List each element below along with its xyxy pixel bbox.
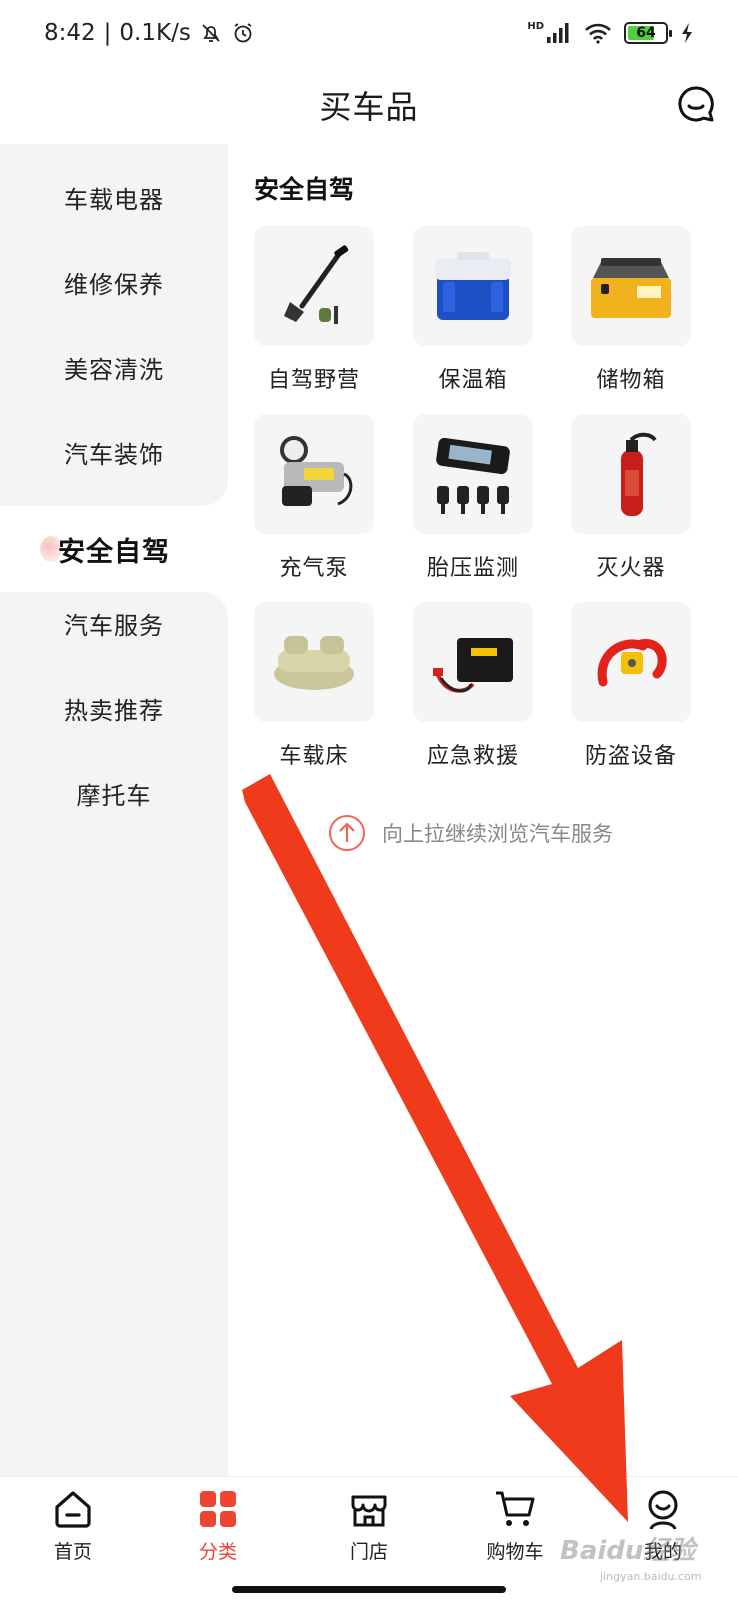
wifi-icon: [585, 23, 611, 44]
chat-bubble-icon[interactable]: [676, 84, 716, 124]
sidebar-item-label: 汽车装饰: [64, 440, 164, 469]
emergency-kit-image: [413, 602, 533, 722]
scroll-hint-text: 向上拉继续浏览汽车服务: [382, 822, 613, 846]
cooler-box-image: [413, 226, 533, 346]
category-icon: [200, 1491, 236, 1527]
fire-extinguisher-image: [571, 414, 691, 534]
watermark-logo: Baidu经验: [560, 1536, 696, 1566]
hd-label: HD: [527, 20, 544, 32]
battery-icon: 64: [624, 22, 672, 44]
tab-label: 首页: [53, 1541, 92, 1563]
page-header: 买车品: [0, 66, 738, 144]
tab-label: 门店: [349, 1541, 388, 1563]
camping-shovel-image: [254, 226, 374, 346]
car-bed-image: [254, 602, 374, 722]
tile-label: 胎压监测: [426, 556, 519, 581]
tab-label: 分类: [198, 1541, 237, 1563]
tab-store[interactable]: 门店: [314, 1487, 424, 1571]
profile-icon: [648, 1490, 678, 1530]
sidebar-item-decoration[interactable]: 汽车装饰: [0, 409, 228, 495]
tile-label: 车载床: [279, 744, 349, 769]
muted-bell-icon: [202, 24, 220, 42]
tile-label: 储物箱: [596, 368, 666, 393]
storage-box-image: [571, 226, 691, 346]
arrow-up-circle-icon: [329, 815, 365, 851]
home-indicator: [232, 1586, 506, 1593]
sidebar-item-label: 车载电器: [64, 185, 164, 214]
tab-cart[interactable]: 购物车: [460, 1487, 570, 1571]
tile-label: 自驾野营: [267, 368, 360, 393]
tab-category[interactable]: 分类: [163, 1487, 273, 1571]
watermark-url: jingyan.baidu.com: [600, 1570, 702, 1583]
category-tile-car-bed[interactable]: 车载床: [244, 602, 384, 782]
home-icon: [55, 1491, 91, 1528]
status-bar: 8:42 | 0.1K/s HD 64: [0, 0, 738, 66]
sidebar-item-car-service[interactable]: 汽车服务: [0, 580, 228, 666]
air-pump-image: [254, 414, 374, 534]
category-tile-camping[interactable]: 自驾野营: [244, 226, 384, 406]
battery-level: 64: [636, 25, 656, 41]
sidebar-item-label: 安全自驾: [58, 536, 170, 568]
category-tile-cooler[interactable]: 保温箱: [403, 226, 543, 406]
sidebar-item-label: 汽车服务: [64, 611, 164, 640]
tile-label: 应急救援: [426, 744, 519, 769]
sidebar-item-hot-picks[interactable]: 热卖推荐: [0, 665, 228, 751]
sidebar-item-label: 美容清洗: [64, 355, 164, 384]
signal-icon: [547, 23, 569, 43]
sidebar-item-maintenance[interactable]: 维修保养: [0, 239, 228, 325]
sidebar-item-label: 热卖推荐: [64, 696, 164, 725]
tab-label: 购物车: [486, 1541, 544, 1563]
alarm-icon: [234, 23, 252, 43]
sidebar-item-car-electronics[interactable]: 车载电器: [0, 154, 228, 240]
tile-label: 充气泵: [279, 556, 349, 581]
sidebar-item-label: 维修保养: [64, 270, 164, 299]
tire-pressure-monitor-image: [413, 414, 533, 534]
category-tile-tire-pressure[interactable]: 胎压监测: [403, 414, 543, 594]
category-tile-anti-theft[interactable]: 防盗设备: [561, 602, 701, 782]
cart-icon: [496, 1491, 535, 1526]
tab-home[interactable]: 首页: [18, 1487, 128, 1571]
scroll-hint: 向上拉继续浏览汽车服务: [328, 814, 613, 852]
tile-label: 灭火器: [596, 556, 666, 581]
category-tile-air-pump[interactable]: 充气泵: [244, 414, 384, 594]
category-tile-fire-extinguisher[interactable]: 灭火器: [561, 414, 701, 594]
tile-label: 防盗设备: [584, 744, 677, 769]
sidebar-item-motorcycle[interactable]: 摩托车: [0, 750, 228, 836]
charging-icon: [682, 23, 692, 43]
anti-theft-lock-image: [571, 602, 691, 722]
category-tile-emergency[interactable]: 应急救援: [403, 602, 543, 782]
category-content: 安全自驾 自驾野营 保温箱 储物箱 充气泵 胎压监测 灭火器 车载床 应急救援 …: [228, 156, 738, 1476]
tile-label: 保温箱: [438, 368, 508, 393]
category-tile-storage-box[interactable]: 储物箱: [561, 226, 701, 406]
sidebar-item-cleaning[interactable]: 美容清洗: [0, 324, 228, 410]
status-time: 8:42: [44, 20, 96, 46]
page-title: 买车品: [319, 88, 419, 126]
section-title: 安全自驾: [254, 175, 355, 204]
store-icon: [351, 1495, 387, 1527]
sidebar-item-label: 摩托车: [76, 781, 152, 810]
status-network-speed: 0.1K/s: [119, 20, 191, 46]
